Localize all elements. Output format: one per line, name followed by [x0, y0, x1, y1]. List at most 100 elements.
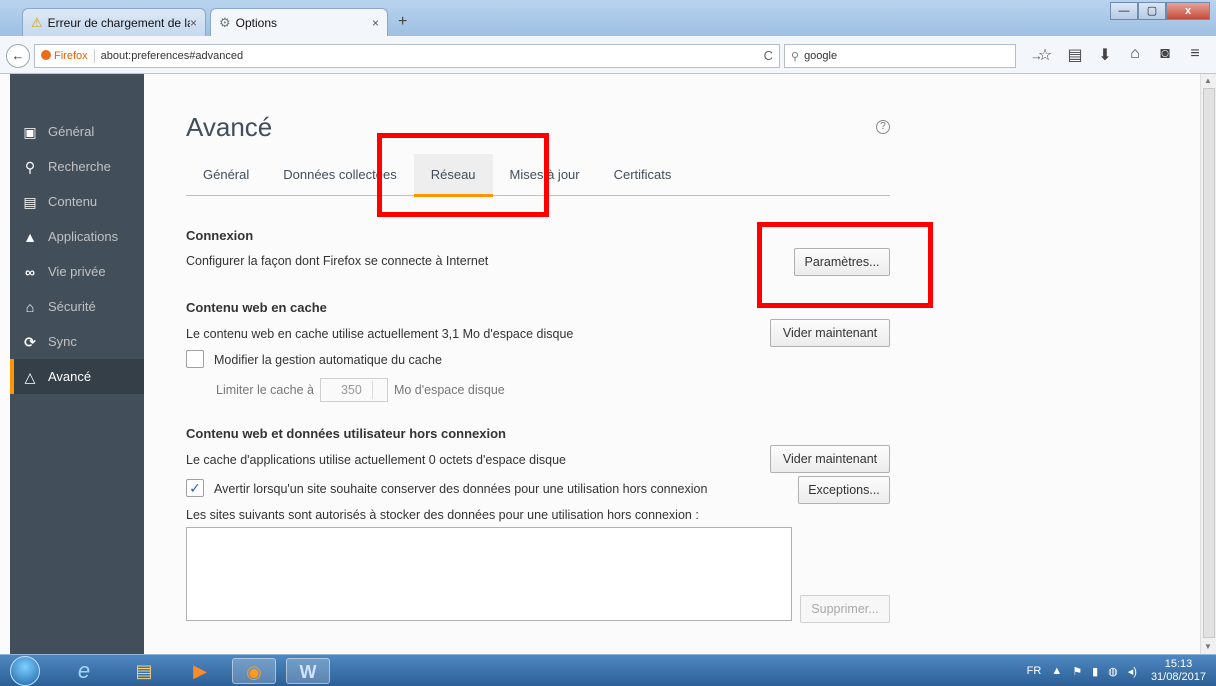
menu-icon[interactable]: ≡ — [1180, 45, 1210, 65]
warning-icon: ⚠ — [31, 14, 43, 30]
offline-notify-checkbox[interactable]: ✓ — [186, 479, 204, 497]
offline-title: Contenu web et données utilisateur hors … — [186, 426, 506, 441]
navigation-bar: ← Firefox about:preferences#advanced C ⚲… — [0, 36, 1216, 74]
highlight-box — [377, 133, 549, 217]
url-bar[interactable]: Firefox about:preferences#advanced C — [34, 44, 780, 68]
tab-label: Options — [235, 15, 278, 30]
maximize-button[interactable]: ▢ — [1138, 2, 1166, 20]
sidebar-item-label: Sync — [48, 334, 77, 349]
language-indicator[interactable]: FR — [1027, 665, 1042, 677]
tab-certificates[interactable]: Certificats — [597, 154, 689, 196]
close-icon[interactable]: × — [190, 16, 197, 30]
sidebar-item-sync[interactable]: ⟳ Sync — [10, 324, 144, 359]
sidebar-item-label: Général — [48, 124, 95, 139]
scroll-down-icon[interactable]: ▼ — [1204, 642, 1212, 651]
sidebar: ▣ Général ⚲ Recherche ▤ Contenu ▲ Applic… — [10, 74, 144, 654]
downloads-icon[interactable]: ⬇ — [1090, 45, 1120, 65]
close-icon[interactable]: × — [372, 16, 379, 30]
battery-icon[interactable]: ▮ — [1092, 665, 1098, 678]
clock-time: 15:13 — [1164, 658, 1193, 670]
sidebar-item-general[interactable]: ▣ Général — [10, 114, 144, 149]
close-window-button[interactable]: x — [1166, 2, 1210, 20]
sidebar-item-label: Avancé — [48, 369, 92, 384]
scrollbar-thumb[interactable] — [1203, 88, 1215, 638]
highlight-box — [757, 222, 933, 308]
sidebar-item-applications[interactable]: ▲ Applications — [10, 219, 144, 254]
connection-title: Connexion — [186, 228, 254, 243]
lock-icon: ⌂ — [25, 298, 35, 315]
page-title: Avancé — [186, 112, 273, 142]
tab-load-error[interactable]: ⚠ Erreur de chargement de la... × — [22, 8, 206, 36]
minimize-button[interactable]: — — [1110, 2, 1138, 20]
sidebar-item-search[interactable]: ⚲ Recherche — [10, 149, 144, 184]
content-icon: ▤ — [23, 193, 37, 210]
search-icon: ⚲ — [24, 158, 36, 175]
general-icon: ▣ — [23, 123, 37, 140]
sidebar-item-label: Sécurité — [48, 299, 96, 314]
system-tray: FR ▲ ⚑ ▮ ◍ ◂) 15:13 31/08/2017 — [1017, 655, 1206, 686]
vertical-scrollbar[interactable]: ▲ ▼ — [1200, 74, 1216, 654]
privacy-mask-icon: ∞ — [25, 263, 35, 280]
advanced-wizard-icon: △ — [24, 368, 36, 385]
url-text[interactable]: about:preferences#advanced — [101, 50, 244, 62]
home-icon[interactable]: ⌂ — [1120, 45, 1150, 65]
network-icon[interactable]: ◍ — [1108, 665, 1118, 678]
sidebar-item-privacy[interactable]: ∞ Vie privée — [10, 254, 144, 289]
file-explorer-icon[interactable]: ▤ — [122, 658, 166, 684]
volume-icon[interactable]: ◂) — [1128, 665, 1137, 678]
reload-icon[interactable]: C — [764, 48, 773, 63]
identity-badge[interactable]: Firefox — [41, 50, 88, 62]
sidebar-item-label: Vie privée — [48, 264, 106, 279]
back-button[interactable]: ← — [6, 44, 30, 68]
tray-expand-icon[interactable]: ▲ — [1051, 665, 1062, 677]
new-tab-button[interactable]: + — [398, 13, 407, 31]
offline-sites-list[interactable] — [186, 527, 792, 621]
bookmark-star-icon[interactable]: ☆ — [1030, 45, 1060, 65]
clear-offline-button[interactable]: Vider maintenant — [770, 445, 890, 473]
search-input[interactable]: google — [804, 50, 837, 62]
search-bar[interactable]: ⚲ google → — [784, 44, 1043, 68]
scroll-up-icon[interactable]: ▲ — [1204, 76, 1212, 85]
offline-allowed-label: Les sites suivants sont autorisés à stoc… — [186, 508, 699, 522]
tab-options[interactable]: ⚙ Options × — [210, 8, 388, 36]
identity-label: Firefox — [54, 50, 88, 62]
help-icon[interactable]: ? — [876, 120, 890, 134]
override-cache-checkbox[interactable] — [186, 350, 204, 368]
firefox-icon[interactable]: ◉ — [232, 658, 276, 684]
web-cache-title: Contenu web en cache — [186, 300, 327, 315]
media-player-icon[interactable]: ▶ — [178, 658, 222, 684]
web-cache-usage: Le contenu web en cache utilise actuelle… — [186, 327, 574, 341]
offline-usage: Le cache d'applications utilise actuelle… — [186, 453, 567, 467]
sidebar-item-label: Applications — [48, 229, 119, 244]
applications-icon: ▲ — [23, 228, 37, 245]
offline-notify-label[interactable]: Avertir lorsqu'un site souhaite conserve… — [214, 482, 707, 496]
start-button[interactable] — [10, 656, 40, 686]
sidebar-item-label: Contenu — [48, 194, 98, 209]
bookmarks-list-icon[interactable]: ▤ — [1060, 45, 1090, 65]
toolbar-icons: ☆ ▤ ⬇ ⌂ ◙ ≡ — [1030, 45, 1210, 65]
cache-limit-row: Limiter le cache à 350 Mo d'espace disqu… — [216, 378, 505, 402]
sidebar-item-label: Recherche — [48, 159, 111, 174]
internet-explorer-icon[interactable]: e — [62, 658, 106, 684]
clear-cache-button[interactable]: Vider maintenant — [770, 319, 890, 347]
remove-site-button[interactable]: Supprimer... — [800, 595, 890, 623]
sync-icon: ⟳ — [24, 333, 36, 350]
word-icon[interactable]: W — [286, 658, 330, 684]
search-icon: ⚲ — [791, 50, 800, 63]
title-bar: ⚠ Erreur de chargement de la... × ⚙ Opti… — [0, 0, 1216, 36]
override-cache-label[interactable]: Modifier la gestion automatique du cache — [214, 353, 442, 367]
window-controls: — ▢ x — [1110, 2, 1210, 20]
clock[interactable]: 15:13 31/08/2017 — [1151, 658, 1206, 684]
taskbar: e ▤ ▶ ◉ W FR ▲ ⚑ ▮ ◍ ◂) 15:13 31/08/2017 — [0, 654, 1216, 686]
sidebar-item-security[interactable]: ⌂ Sécurité — [10, 289, 144, 324]
sidebar-item-advanced[interactable]: △ Avancé — [10, 359, 144, 394]
preferences-page: ▣ Général ⚲ Recherche ▤ Contenu ▲ Applic… — [0, 74, 1200, 654]
pocket-icon[interactable]: ◙ — [1150, 45, 1180, 65]
sidebar-item-content[interactable]: ▤ Contenu — [10, 184, 144, 219]
cache-size-stepper[interactable]: 350 — [319, 378, 388, 402]
action-center-flag-icon[interactable]: ⚑ — [1072, 665, 1082, 678]
tab-general[interactable]: Général — [186, 154, 266, 196]
exceptions-button[interactable]: Exceptions... — [798, 476, 890, 504]
firefox-logo-icon — [41, 50, 51, 60]
connection-description: Configurer la façon dont Firefox se conn… — [186, 254, 489, 268]
